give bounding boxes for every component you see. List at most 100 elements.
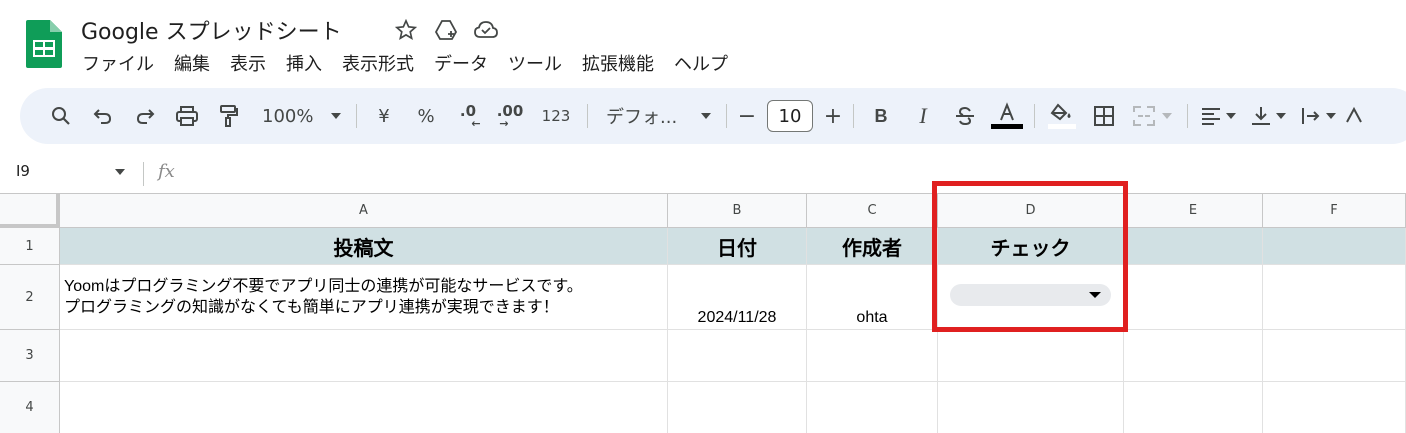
chevron-down-icon[interactable]	[114, 168, 126, 176]
toolbar-divider	[1187, 104, 1188, 128]
cell-f2[interactable]	[1263, 265, 1406, 330]
cloud-saved-icon[interactable]	[472, 16, 500, 44]
select-all-corner[interactable]	[0, 194, 60, 228]
cell-d4[interactable]	[938, 382, 1124, 433]
cell-f4[interactable]	[1263, 382, 1406, 433]
cell-c2[interactable]: ohta	[807, 265, 938, 330]
chevron-down-icon	[701, 113, 711, 119]
toolbar-divider	[1034, 104, 1035, 128]
column-header-b[interactable]: B	[668, 194, 807, 228]
text-wrapping-icon[interactable]	[1294, 98, 1344, 134]
move-to-drive-icon[interactable]	[432, 16, 460, 44]
chevron-down-icon	[1226, 113, 1236, 119]
cell-a2[interactable]: Yoomはプログラミング不要でアプリ同士の連携が可能なサービスです。 プログラミ…	[60, 265, 668, 330]
search-menus-icon[interactable]	[40, 98, 82, 134]
star-icon[interactable]	[392, 16, 420, 44]
vertical-align-icon[interactable]	[1244, 98, 1294, 134]
menu-extensions[interactable]: 拡張機能	[572, 48, 664, 78]
menu-help[interactable]: ヘルプ	[664, 48, 738, 78]
name-box[interactable]: I9	[16, 162, 30, 180]
column-header-e[interactable]: E	[1124, 194, 1263, 228]
sheets-logo-icon[interactable]	[26, 20, 62, 68]
row-header-1[interactable]: 1	[0, 228, 60, 265]
cell-b4[interactable]	[668, 382, 807, 433]
print-icon[interactable]	[166, 98, 208, 134]
cell-b3[interactable]	[668, 330, 807, 382]
cell-b2-value: 2024/11/28	[697, 309, 777, 326]
menu-bar: ファイル 編集 表示 挿入 表示形式 データ ツール 拡張機能 ヘルプ	[72, 48, 738, 78]
fx-icon: fx	[158, 161, 175, 182]
cell-b1[interactable]: 日付	[668, 228, 807, 265]
formula-divider	[143, 162, 144, 186]
bold-button[interactable]: B	[860, 98, 902, 134]
more-formats-button[interactable]: 123	[531, 98, 581, 134]
zoom-value: 100%	[262, 105, 314, 127]
fill-color-icon[interactable]	[1041, 98, 1083, 134]
cell-f3[interactable]	[1263, 330, 1406, 382]
cell-c4[interactable]	[807, 382, 938, 433]
cell-c2-value: ohta	[856, 309, 888, 326]
cell-e2[interactable]	[1124, 265, 1263, 330]
font-size-decrease-button[interactable]: −	[733, 98, 761, 134]
increase-decimal-button[interactable]: .00 →	[489, 98, 531, 134]
italic-button[interactable]: I	[902, 98, 944, 134]
toolbar: 100% ¥ % .0 ← .00 → 123 デフォ... − 10 + B …	[20, 88, 1406, 144]
text-rotation-icon[interactable]	[1344, 98, 1364, 134]
cell-b2[interactable]: 2024/11/28	[668, 265, 807, 330]
font-value: デフォ...	[606, 107, 678, 128]
chevron-down-icon	[1326, 113, 1336, 119]
menu-file[interactable]: ファイル	[72, 48, 164, 78]
paint-format-icon[interactable]	[208, 98, 250, 134]
column-header-f[interactable]: F	[1263, 194, 1406, 228]
font-size-input[interactable]: 10	[767, 100, 813, 132]
cell-d3[interactable]	[938, 330, 1124, 382]
menu-tools[interactable]: ツール	[498, 48, 572, 78]
highlight-box	[932, 181, 1128, 332]
undo-icon[interactable]	[82, 98, 124, 134]
menu-edit[interactable]: 編集	[164, 48, 220, 78]
toolbar-divider	[587, 104, 588, 128]
row-header-2[interactable]: 2	[0, 265, 60, 330]
chevron-down-icon	[331, 113, 341, 119]
arrow-right-icon: →	[499, 117, 509, 130]
cell-a2-line-1: Yoomはプログラミング不要でアプリ同士の連携が可能なサービスです。	[64, 278, 583, 295]
strikethrough-icon[interactable]	[944, 98, 986, 134]
percent-format-button[interactable]: %	[405, 98, 447, 134]
spreadsheet-grid: A B C D E F 1 投稿文 日付 作成者 チェック 2 Yoomはプログ…	[0, 193, 1406, 433]
cell-f1[interactable]	[1263, 228, 1406, 265]
document-title[interactable]: Google スプレッドシート	[81, 14, 342, 46]
merge-cells-icon[interactable]	[1125, 98, 1181, 134]
cell-c3[interactable]	[807, 330, 938, 382]
cell-c1[interactable]: 作成者	[807, 228, 938, 265]
decrease-decimal-button[interactable]: .0 ←	[447, 98, 489, 134]
menu-format[interactable]: 表示形式	[332, 48, 424, 78]
row-header-4[interactable]: 4	[0, 382, 60, 433]
zoom-select[interactable]: 100%	[250, 98, 350, 134]
cell-e4[interactable]	[1124, 382, 1263, 433]
row-header-3[interactable]: 3	[0, 330, 60, 382]
cell-a3[interactable]	[60, 330, 668, 382]
font-select[interactable]: デフォ...	[594, 98, 720, 134]
toolbar-divider	[726, 104, 727, 128]
cell-a4[interactable]	[60, 382, 668, 433]
cell-a1[interactable]: 投稿文	[60, 228, 668, 265]
menu-view[interactable]: 表示	[220, 48, 276, 78]
cell-e3[interactable]	[1124, 330, 1263, 382]
chevron-down-icon	[1276, 113, 1286, 119]
menu-data[interactable]: データ	[424, 48, 498, 78]
toolbar-divider	[853, 104, 854, 128]
text-color-icon[interactable]	[986, 98, 1028, 134]
chevron-down-icon	[1162, 113, 1172, 119]
font-size-increase-button[interactable]: +	[819, 98, 847, 134]
redo-icon[interactable]	[124, 98, 166, 134]
cell-e1[interactable]	[1124, 228, 1263, 265]
horizontal-align-icon[interactable]	[1194, 98, 1244, 134]
menu-insert[interactable]: 挿入	[276, 48, 332, 78]
cell-a2-line-2: プログラミングの知識がなくても簡単にアプリ連携が実現できます！	[64, 299, 559, 316]
column-header-c[interactable]: C	[807, 194, 938, 228]
toolbar-divider	[356, 104, 357, 128]
arrow-left-icon: ←	[471, 117, 481, 130]
currency-format-button[interactable]: ¥	[363, 98, 405, 134]
borders-icon[interactable]	[1083, 98, 1125, 134]
column-header-a[interactable]: A	[60, 194, 668, 228]
